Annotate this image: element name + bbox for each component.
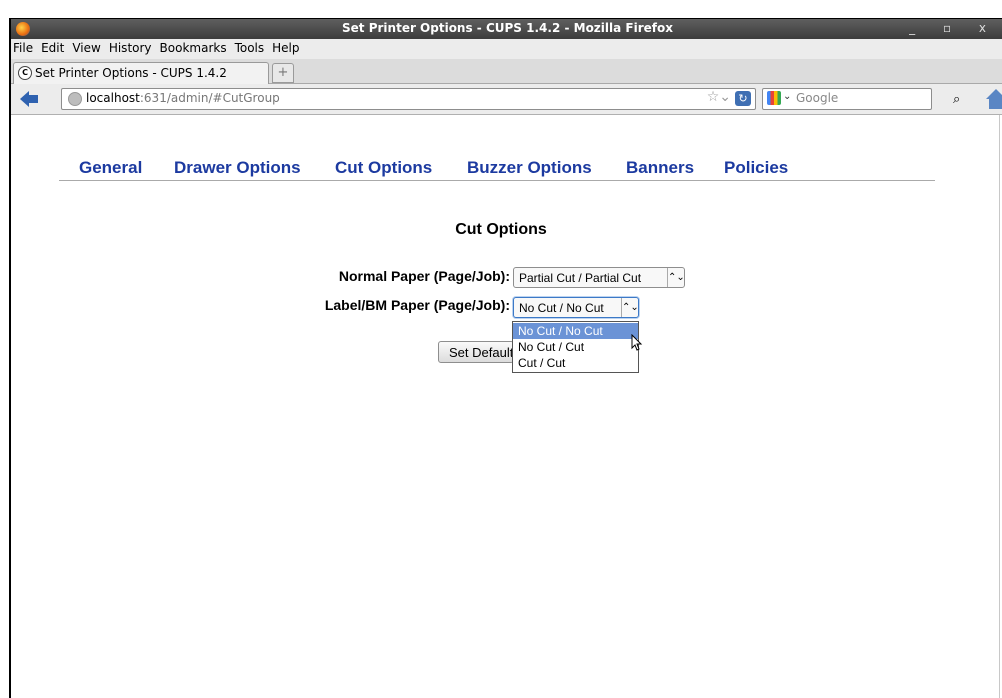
set-default-options-button[interactable]: Set Default Options: [438, 341, 514, 363]
search-bar[interactable]: ⌄ Google: [762, 88, 932, 110]
menu-history[interactable]: History: [105, 39, 156, 55]
section-heading: Cut Options: [455, 221, 547, 238]
set-default-options-label: Set Default Options: [449, 345, 514, 360]
nav-divider: [59, 180, 935, 181]
menu-bar: File Edit View History Bookmarks Tools Help: [11, 39, 1002, 59]
url-text[interactable]: localhost:631/admin/#CutGroup: [86, 91, 280, 105]
tab-general[interactable]: General: [79, 158, 142, 178]
menu-file[interactable]: File: [11, 39, 37, 55]
window-title: Set Printer Options - CUPS 1.4.2 - Mozil…: [342, 21, 673, 35]
home-icon[interactable]: [986, 89, 1002, 109]
label-bm-paper-label: Label/BM Paper (Page/Job):: [324, 297, 510, 313]
navigation-toolbar: localhost:631/admin/#CutGroup ☆⌄ ↻ ⌄ Goo…: [11, 84, 1002, 115]
search-placeholder: Google: [796, 91, 839, 105]
cups-favicon-icon: C: [18, 66, 32, 80]
dropdown-option[interactable]: Cut / Cut: [513, 355, 638, 371]
url-host: localhost: [86, 91, 140, 105]
menu-bookmarks[interactable]: Bookmarks: [156, 39, 231, 55]
menu-edit[interactable]: Edit: [37, 39, 68, 55]
search-engine-icon[interactable]: [767, 91, 781, 105]
dropdown-option[interactable]: No Cut / Cut: [513, 339, 638, 355]
tab-set-printer-options[interactable]: C Set Printer Options - CUPS 1.4.2: [13, 62, 269, 84]
select-arrows-icon: ⌃⌄: [621, 298, 639, 317]
tab-drawer-options[interactable]: Drawer Options: [174, 158, 301, 178]
normal-paper-label: Normal Paper (Page/Job):: [338, 268, 510, 284]
binoculars-icon[interactable]: ⌕: [953, 92, 960, 107]
dropdown-option[interactable]: No Cut / No Cut: [513, 323, 638, 339]
tab-policies[interactable]: Policies: [724, 158, 788, 178]
cut-options-dropdown-list[interactable]: No Cut / No Cut No Cut / Cut Cut / Cut: [512, 321, 639, 373]
title-bar: Set Printer Options - CUPS 1.4.2 - Mozil…: [11, 19, 1002, 39]
select-arrows-icon: ⌃⌄: [667, 268, 685, 287]
mouse-pointer-icon: [631, 334, 643, 351]
back-arrow-icon[interactable]: [19, 90, 39, 108]
window-controls[interactable]: _ ▫ x: [909, 21, 998, 35]
label-bm-paper-value: No Cut / No Cut: [519, 301, 604, 315]
normal-paper-select[interactable]: Partial Cut / Partial Cut ⌃⌄: [513, 267, 685, 288]
label-bm-paper-select[interactable]: No Cut / No Cut ⌃⌄: [513, 297, 639, 318]
normal-paper-value: Partial Cut / Partial Cut: [519, 271, 642, 285]
menu-view[interactable]: View: [68, 39, 104, 55]
tab-cut-options[interactable]: Cut Options: [335, 158, 432, 178]
reload-icon[interactable]: ↻: [735, 91, 751, 106]
scroll-edge: [999, 115, 1000, 698]
chevron-down-icon[interactable]: ⌄: [783, 91, 791, 102]
bookmark-star-icon[interactable]: ☆⌄: [707, 89, 731, 105]
address-bar[interactable]: localhost:631/admin/#CutGroup ☆⌄ ↻: [61, 88, 756, 110]
tab-bar: C Set Printer Options - CUPS 1.4.2 +: [11, 59, 1002, 84]
url-rest: :631/admin/#CutGroup: [139, 91, 280, 105]
tab-buzzer-options[interactable]: Buzzer Options: [467, 158, 592, 178]
tab-banners[interactable]: Banners: [626, 158, 694, 178]
site-identity-icon[interactable]: [68, 92, 82, 106]
menu-help[interactable]: Help: [268, 39, 303, 55]
menu-tools[interactable]: Tools: [231, 39, 269, 55]
new-tab-button[interactable]: +: [272, 63, 294, 83]
tab-label: Set Printer Options - CUPS 1.4.2: [35, 66, 227, 80]
